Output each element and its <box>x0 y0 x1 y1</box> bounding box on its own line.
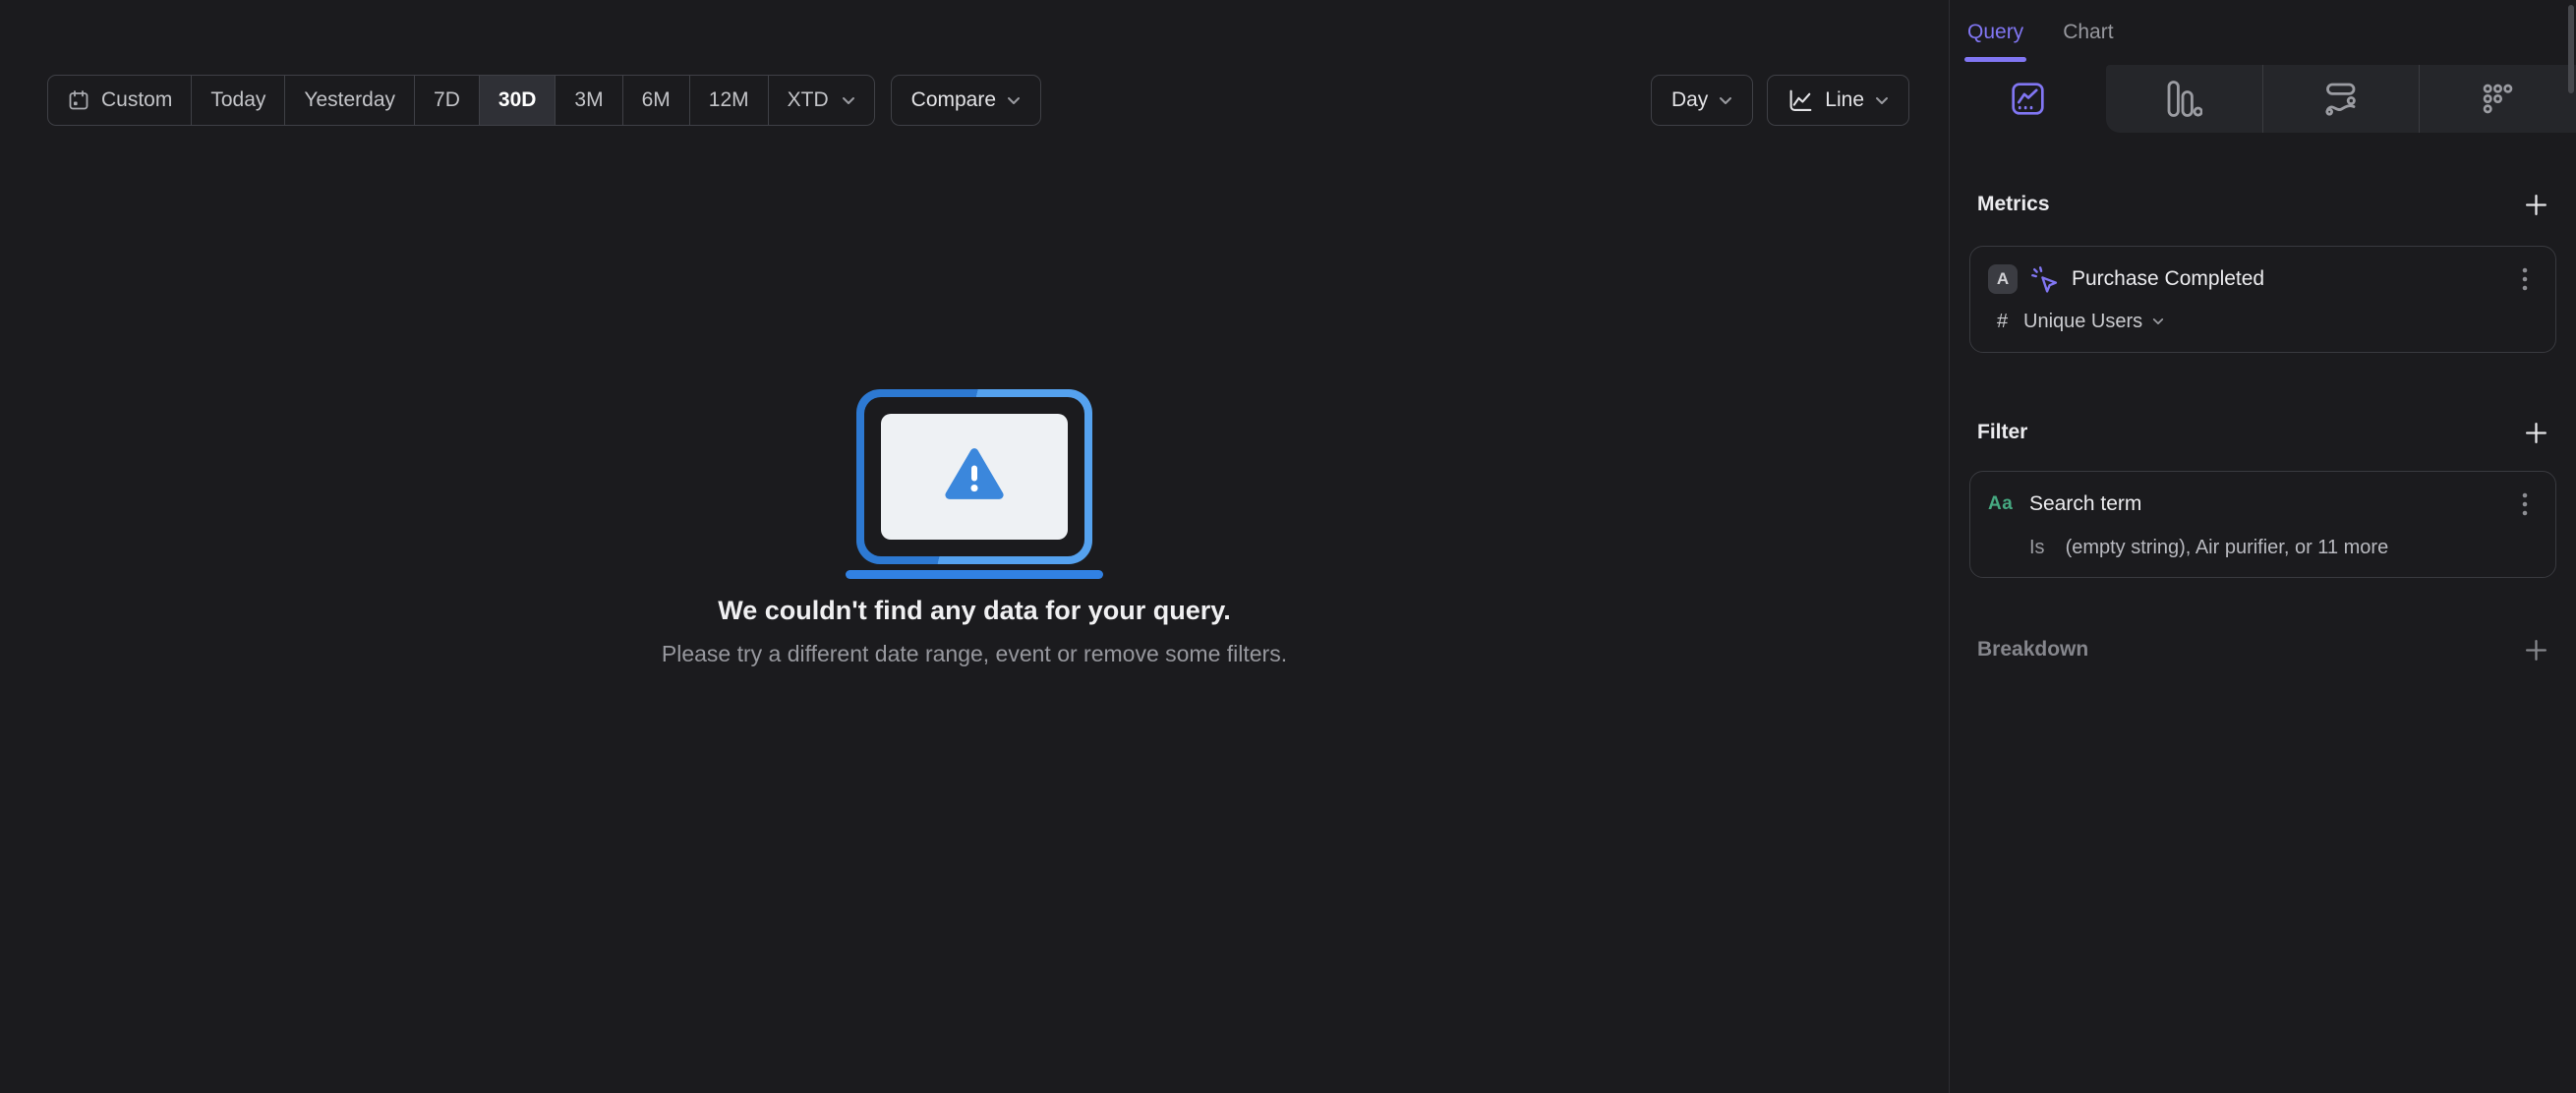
no-data-illustration <box>856 389 1092 564</box>
calendar-icon <box>67 88 90 112</box>
date-range-custom-button[interactable]: Custom <box>48 76 193 125</box>
tab-funnels[interactable] <box>2105 65 2262 133</box>
filter-card[interactable]: Aa Search term Is (empty string), Air pu… <box>1969 471 2556 578</box>
laptop-base <box>846 570 1103 579</box>
filter-value[interactable]: (empty string), Air purifier, or 11 more <box>2066 537 2389 559</box>
add-metric-button[interactable] <box>2521 190 2550 219</box>
add-filter-button[interactable] <box>2521 418 2550 447</box>
insights-chart-icon <box>2011 82 2045 116</box>
tab-flows[interactable] <box>2261 65 2420 133</box>
compare-button[interactable]: Compare <box>890 75 1042 126</box>
metric-aggregation-row: # Unique Users <box>1988 309 2540 334</box>
empty-state-title: We couldn't find any data for your query… <box>718 596 1231 625</box>
filter-options-button[interactable] <box>2510 489 2540 519</box>
chart-toolbar: Custom Today Yesterday 7D 30D 3M 6M 12M … <box>47 75 1909 126</box>
query-builder-panel: Query Chart Metrics A Purchase Completed… <box>1949 0 2576 1093</box>
breakdown-heading: Breakdown <box>1977 638 2089 661</box>
date-range-label: Custom <box>101 88 173 111</box>
metric-event-name[interactable]: Purchase Completed <box>2072 267 2264 291</box>
warning-triangle-icon <box>944 446 1005 501</box>
tab-query[interactable]: Query <box>1963 0 2027 65</box>
kebab-menu-icon <box>2522 492 2528 516</box>
plus-icon <box>2523 192 2549 218</box>
property-type-badge: Aa <box>1988 493 2014 514</box>
retention-dots-icon <box>2481 82 2515 116</box>
chevron-down-icon <box>1875 96 1889 105</box>
tab-retention[interactable] <box>2419 65 2576 133</box>
chevron-down-icon <box>2152 317 2164 325</box>
filter-heading: Filter <box>1977 421 2028 443</box>
metric-card[interactable]: A Purchase Completed # Unique Users <box>1969 246 2556 353</box>
breakdown-section-header: Breakdown <box>1969 635 2556 664</box>
filter-section-header: Filter <box>1969 418 2556 447</box>
kebab-menu-icon <box>2522 267 2528 291</box>
tab-chart[interactable]: Chart <box>2063 0 2113 65</box>
add-breakdown-button[interactable] <box>2521 635 2550 664</box>
date-range-7d-button[interactable]: 7D <box>415 76 480 125</box>
line-chart-icon <box>1787 87 1814 114</box>
date-range-6m-button[interactable]: 6M <box>623 76 690 125</box>
date-range-segmented-control: Custom Today Yesterday 7D 30D 3M 6M 12M … <box>47 75 875 126</box>
metrics-section-header: Metrics <box>1969 190 2556 219</box>
date-range-xtd-button[interactable]: XTD <box>769 76 874 125</box>
funnels-bars-icon <box>2166 80 2202 118</box>
date-range-12m-button[interactable]: 12M <box>690 76 769 125</box>
granularity-dropdown[interactable]: Day <box>1650 75 1754 126</box>
filter-condition-row: Is (empty string), Air purifier, or 11 m… <box>2029 536 2540 559</box>
tab-insights[interactable] <box>1950 65 2106 133</box>
chevron-down-icon <box>842 96 855 105</box>
empty-state-subtitle: Please try a different date range, event… <box>661 641 1288 666</box>
panel-tabbar: Query Chart <box>1950 0 2576 65</box>
event-click-icon <box>2029 264 2060 295</box>
filter-operator[interactable]: Is <box>2029 537 2045 559</box>
chart-display-controls: Day Line <box>1650 75 1909 126</box>
filter-property-name[interactable]: Search term <box>2029 492 2141 516</box>
chevron-down-icon <box>1007 96 1021 105</box>
metric-options-button[interactable] <box>2510 264 2540 294</box>
report-type-tabs <box>1950 65 2576 133</box>
date-range-today-button[interactable]: Today <box>192 76 286 125</box>
aggregation-symbol: # <box>1997 310 2009 332</box>
flows-icon <box>2323 82 2359 116</box>
metric-letter-badge: A <box>1988 264 2018 294</box>
date-range-yesterday-button[interactable]: Yesterday <box>285 76 416 125</box>
panel-scrollbar-thumb[interactable] <box>2568 5 2574 93</box>
aggregation-dropdown[interactable]: Unique Users <box>2023 311 2164 333</box>
plus-icon <box>2523 420 2549 446</box>
date-range-30d-button[interactable]: 30D <box>479 76 556 125</box>
chart-type-dropdown[interactable]: Line <box>1767 75 1909 126</box>
chevron-down-icon <box>1719 96 1732 105</box>
plus-icon <box>2523 637 2549 663</box>
main-chart-area: Custom Today Yesterday 7D 30D 3M 6M 12M … <box>0 0 1949 1093</box>
metrics-heading: Metrics <box>1977 193 2050 215</box>
date-range-3m-button[interactable]: 3M <box>556 76 623 125</box>
query-sections: Metrics A Purchase Completed # Unique Us… <box>1950 133 2576 664</box>
empty-state: We couldn't find any data for your query… <box>0 389 1949 667</box>
